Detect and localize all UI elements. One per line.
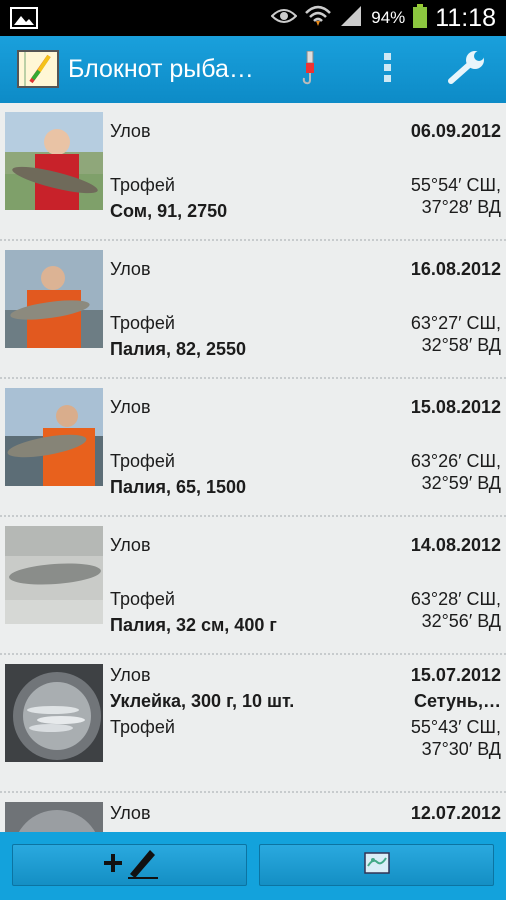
catch-details: Уклейка, 300 г, 10 шт. xyxy=(110,691,295,711)
list-item[interactable]: Улов 16.08.2012 Трофей Палия, 82, 2550 6… xyxy=(0,241,506,379)
battery-percent: 94% xyxy=(371,8,406,27)
add-entry-button[interactable] xyxy=(12,844,247,886)
clock: 11:18 xyxy=(435,3,496,32)
catch-list: Улов 06.09.2012 Трофей Сом, 91, 2750 55°… xyxy=(0,103,506,832)
catch-label: Улов xyxy=(110,397,151,417)
photo-thumbnail xyxy=(5,664,103,762)
date: 15.08.2012 xyxy=(410,397,501,417)
longitude: 32°59′ ВД xyxy=(421,473,501,493)
date: 16.08.2012 xyxy=(410,259,501,279)
action-bar: Блокнот рыба… xyxy=(0,36,506,103)
list-item[interactable]: Улов 14.08.2012 Трофей Палия, 32 см, 400… xyxy=(0,517,506,655)
hook-icon xyxy=(299,50,321,90)
bottom-bar xyxy=(0,832,506,900)
list-item[interactable]: Улов 15.08.2012 Трофей Палия, 65, 1500 6… xyxy=(0,379,506,517)
photo-thumbnail xyxy=(5,802,103,832)
longitude: 37°30′ ВД xyxy=(421,739,501,759)
longitude: 32°58′ ВД xyxy=(421,335,501,355)
battery-icon xyxy=(413,3,428,33)
longitude: 37°28′ ВД xyxy=(421,197,501,217)
date: 12.07.2012 xyxy=(410,803,501,823)
trophy-label: Трофей xyxy=(110,717,175,737)
fish-details: Палия, 65, 1500 xyxy=(110,477,247,497)
wrench-icon xyxy=(447,50,487,90)
catch-label: Улов xyxy=(110,121,151,141)
list-item[interactable]: Улов 15.07.2012 Уклейка, 300 г, 10 шт. С… xyxy=(0,655,506,793)
catch-label: Улов xyxy=(110,803,151,823)
bait-button[interactable] xyxy=(286,46,334,94)
wifi-icon xyxy=(305,5,332,32)
app-title: Блокнот рыба… xyxy=(68,55,254,83)
more-vertical-icon xyxy=(383,52,393,89)
date: 15.07.2012 xyxy=(410,665,501,685)
photo-thumbnail xyxy=(5,250,103,348)
list-item[interactable]: Улов 06.09.2012 Трофей Сом, 91, 2750 55°… xyxy=(0,103,506,241)
photo-thumbnail xyxy=(5,526,103,624)
catch-label: Улов xyxy=(110,259,151,279)
latitude: 55°43′ СШ, xyxy=(410,717,501,737)
map-button[interactable] xyxy=(259,844,494,886)
fish-details: Палия, 32 см, 400 г xyxy=(110,615,277,635)
trophy-label: Трофей xyxy=(110,175,175,195)
fish-details: Палия, 82, 2550 xyxy=(110,339,247,359)
photo-thumbnail xyxy=(5,112,103,210)
status-bar: 94% 11:18 xyxy=(0,0,506,36)
catch-label: Улов xyxy=(110,535,151,555)
settings-button[interactable] xyxy=(443,46,491,94)
latitude: 55°54′ СШ, xyxy=(410,175,501,195)
catch-label: Улов xyxy=(110,665,151,685)
add-edit-icon xyxy=(100,846,160,885)
overflow-menu-button[interactable] xyxy=(364,46,412,94)
list-item[interactable]: Улов 12.07.2012 xyxy=(0,793,506,832)
place: Сетунь,… xyxy=(414,691,501,711)
latitude: 63°26′ СШ, xyxy=(410,451,501,471)
longitude: 32°56′ ВД xyxy=(421,611,501,631)
signal-icon xyxy=(339,5,363,32)
trophy-label: Трофей xyxy=(110,451,175,471)
fish-details: Сом, 91, 2750 xyxy=(110,201,228,221)
date: 14.08.2012 xyxy=(410,535,501,555)
photo-thumbnail xyxy=(5,388,103,486)
latitude: 63°27′ СШ, xyxy=(410,313,501,333)
eye-icon xyxy=(270,7,298,30)
date: 06.09.2012 xyxy=(410,121,501,141)
latitude: 63°28′ СШ, xyxy=(410,589,501,609)
trophy-label: Трофей xyxy=(110,313,175,333)
app-logo-icon[interactable] xyxy=(17,50,59,88)
map-icon xyxy=(363,851,390,879)
gallery-notification-icon xyxy=(10,7,38,29)
trophy-label: Трофей xyxy=(110,589,175,609)
